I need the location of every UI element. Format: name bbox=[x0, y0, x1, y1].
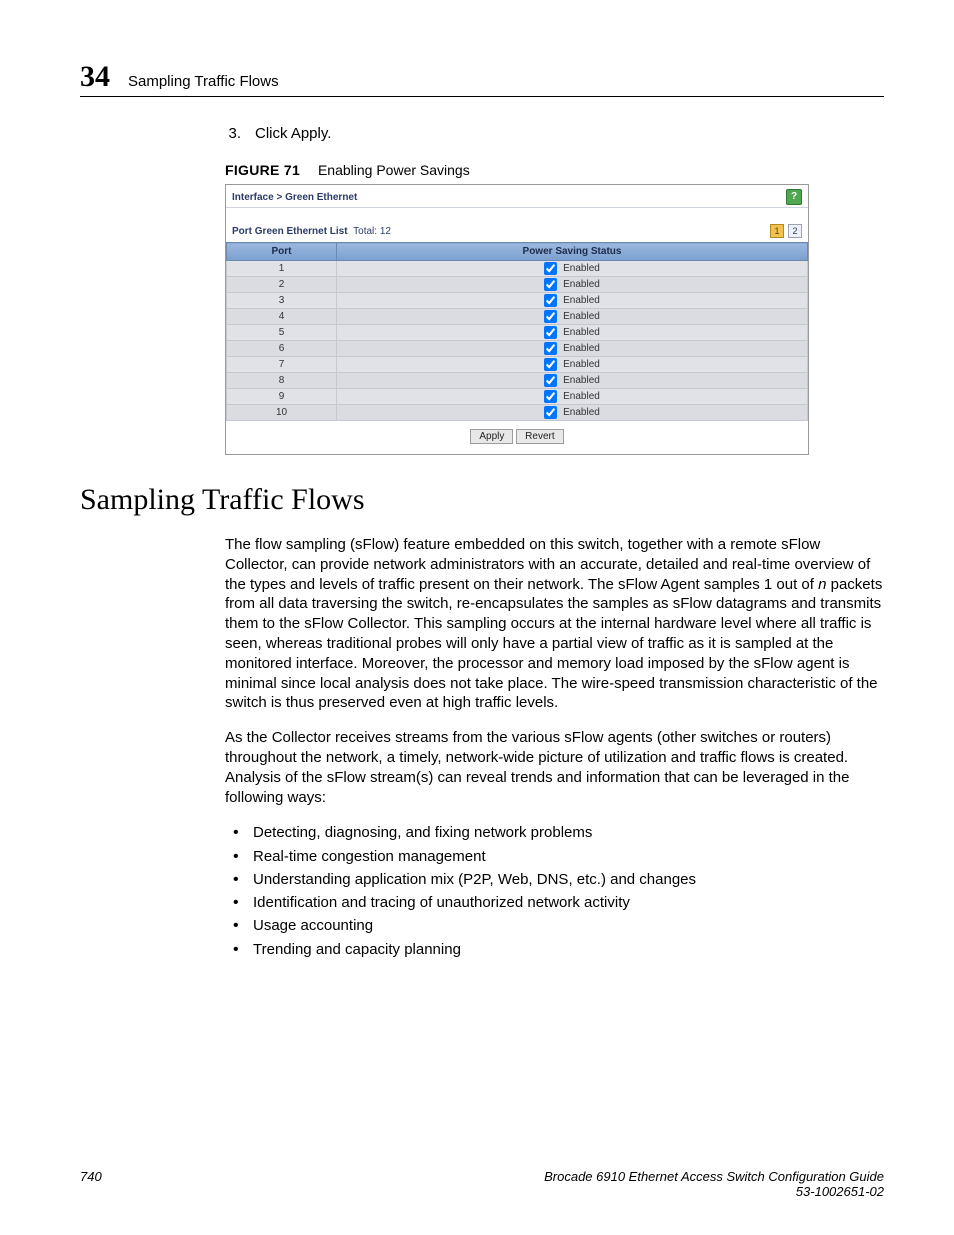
enabled-checkbox[interactable] bbox=[544, 390, 557, 403]
enabled-label: Enabled bbox=[563, 295, 600, 306]
table-row: 10 Enabled bbox=[227, 405, 808, 421]
port-cell: 6 bbox=[227, 341, 337, 357]
doc-id: 53-1002651-02 bbox=[796, 1184, 884, 1199]
page-number: 740 bbox=[80, 1169, 102, 1199]
pager-page-1[interactable]: 1 bbox=[770, 224, 784, 238]
enabled-label: Enabled bbox=[563, 391, 600, 402]
port-cell: 4 bbox=[227, 309, 337, 325]
help-icon[interactable]: ? bbox=[786, 189, 802, 205]
enabled-checkbox[interactable] bbox=[544, 358, 557, 371]
enabled-checkbox[interactable] bbox=[544, 262, 557, 275]
status-cell: Enabled bbox=[337, 309, 808, 325]
bullet-list: Detecting, diagnosing, and fixing networ… bbox=[225, 821, 884, 961]
table-row: 2 Enabled bbox=[227, 277, 808, 293]
section-heading: Sampling Traffic Flows bbox=[80, 483, 884, 517]
enabled-label: Enabled bbox=[563, 359, 600, 370]
step-text: Click Apply. bbox=[255, 125, 331, 142]
enabled-checkbox[interactable] bbox=[544, 294, 557, 307]
list-item: Real-time congestion management bbox=[225, 845, 884, 868]
enabled-checkbox[interactable] bbox=[544, 342, 557, 355]
pager: 1 2 bbox=[770, 224, 802, 238]
figure-caption: FIGURE 71 Enabling Power Savings bbox=[225, 162, 884, 178]
page-footer: 740 Brocade 6910 Ethernet Access Switch … bbox=[80, 1169, 884, 1199]
enabled-checkbox[interactable] bbox=[544, 406, 557, 419]
doc-title: Brocade 6910 Ethernet Access Switch Conf… bbox=[544, 1169, 884, 1184]
enabled-checkbox[interactable] bbox=[544, 326, 557, 339]
chapter-title: Sampling Traffic Flows bbox=[128, 73, 279, 90]
status-cell: Enabled bbox=[337, 357, 808, 373]
breadcrumb: Interface > Green Ethernet bbox=[232, 192, 357, 203]
enabled-label: Enabled bbox=[563, 327, 600, 338]
enabled-checkbox[interactable] bbox=[544, 310, 557, 323]
status-cell: Enabled bbox=[337, 325, 808, 341]
status-cell: Enabled bbox=[337, 277, 808, 293]
status-cell: Enabled bbox=[337, 405, 808, 421]
step-number: 3. bbox=[225, 125, 241, 142]
figure-caption-text: Enabling Power Savings bbox=[318, 162, 470, 178]
enabled-label: Enabled bbox=[563, 343, 600, 354]
status-cell: Enabled bbox=[337, 341, 808, 357]
port-cell: 9 bbox=[227, 389, 337, 405]
table-row: 9 Enabled bbox=[227, 389, 808, 405]
list-item: Usage accounting bbox=[225, 914, 884, 937]
table-row: 7 Enabled bbox=[227, 357, 808, 373]
figure-screenshot: Interface > Green Ethernet ? Port Green … bbox=[225, 184, 809, 455]
table-row: 3 Enabled bbox=[227, 293, 808, 309]
port-cell: 5 bbox=[227, 325, 337, 341]
table-row: 4 Enabled bbox=[227, 309, 808, 325]
port-cell: 8 bbox=[227, 373, 337, 389]
pager-page-2[interactable]: 2 bbox=[788, 224, 802, 238]
table-row: 1 Enabled bbox=[227, 261, 808, 277]
paragraph-2: As the Collector receives streams from t… bbox=[225, 728, 884, 807]
enabled-label: Enabled bbox=[563, 311, 600, 322]
port-cell: 3 bbox=[227, 293, 337, 309]
list-item: Identification and tracing of unauthoriz… bbox=[225, 891, 884, 914]
port-table: Port Power Saving Status 1 Enabled 2 Enable… bbox=[226, 242, 808, 421]
col-port: Port bbox=[227, 243, 337, 261]
enabled-label: Enabled bbox=[563, 407, 600, 418]
figure-label: FIGURE 71 bbox=[225, 162, 300, 178]
port-cell: 10 bbox=[227, 405, 337, 421]
status-cell: Enabled bbox=[337, 261, 808, 277]
running-header: 34 Sampling Traffic Flows bbox=[80, 60, 884, 97]
enabled-label: Enabled bbox=[563, 375, 600, 386]
status-cell: Enabled bbox=[337, 293, 808, 309]
step-3: 3. Click Apply. bbox=[225, 125, 884, 142]
apply-button[interactable]: Apply bbox=[470, 429, 513, 444]
table-row: 5 Enabled bbox=[227, 325, 808, 341]
table-row: 8 Enabled bbox=[227, 373, 808, 389]
list-item: Trending and capacity planning bbox=[225, 938, 884, 961]
enabled-label: Enabled bbox=[563, 263, 600, 274]
list-item: Detecting, diagnosing, and fixing networ… bbox=[225, 821, 884, 844]
revert-button[interactable]: Revert bbox=[516, 429, 563, 444]
chapter-number: 34 bbox=[80, 60, 110, 94]
port-cell: 2 bbox=[227, 277, 337, 293]
port-cell: 7 bbox=[227, 357, 337, 373]
port-cell: 1 bbox=[227, 261, 337, 277]
enabled-checkbox[interactable] bbox=[544, 278, 557, 291]
status-cell: Enabled bbox=[337, 373, 808, 389]
status-cell: Enabled bbox=[337, 389, 808, 405]
table-row: 6 Enabled bbox=[227, 341, 808, 357]
list-title: Port Green Ethernet List Total: 12 bbox=[232, 226, 391, 237]
list-item: Understanding application mix (P2P, Web,… bbox=[225, 868, 884, 891]
enabled-label: Enabled bbox=[563, 279, 600, 290]
paragraph-1: The flow sampling (sFlow) feature embedd… bbox=[225, 535, 884, 713]
col-status: Power Saving Status bbox=[337, 243, 808, 261]
enabled-checkbox[interactable] bbox=[544, 374, 557, 387]
